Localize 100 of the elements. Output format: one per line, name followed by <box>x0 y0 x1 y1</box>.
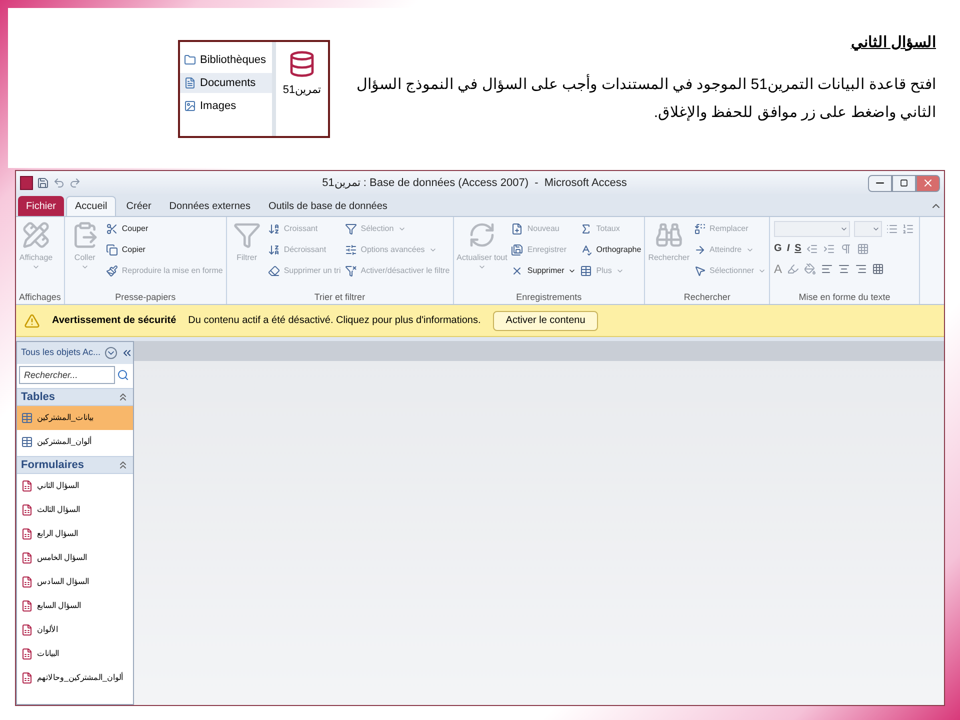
nav-item[interactable]: ألوان_المشتركين_وحالاتهم <box>17 666 133 690</box>
refresh-icon <box>468 221 496 249</box>
form-icon <box>21 504 33 516</box>
paintbrush-icon <box>106 265 118 277</box>
arrow-icon <box>694 244 706 256</box>
form-icon <box>21 528 33 540</box>
save-icon[interactable] <box>37 177 49 189</box>
form-icon <box>21 672 33 684</box>
numbered-list-icon[interactable] <box>902 223 914 235</box>
collapse-section-icon[interactable] <box>117 459 129 471</box>
instruction-text: افتح قاعدة البيانات التمرين51 الموجود في المستندات وأجب على السؤال في النموذج السؤال الثاني واضغط على زر موافق للحفظ والإغلاق. <box>355 73 936 123</box>
caret-icon <box>746 246 754 254</box>
paragraph-icon[interactable] <box>840 242 852 254</box>
folder-icon <box>184 54 196 66</box>
nav-section-header[interactable]: Formulaires <box>17 456 133 474</box>
highlighter-icon[interactable] <box>787 263 800 275</box>
format-toggle[interactable]: I <box>786 241 790 256</box>
explorer-item[interactable]: Images <box>180 96 272 116</box>
table-grid-icon[interactable] <box>872 263 884 275</box>
nav-item[interactable]: الألوان <box>17 618 133 642</box>
filter-icon <box>344 265 357 277</box>
caret-icon <box>478 263 486 271</box>
sort-descending-icon <box>268 244 280 256</box>
align-center-icon[interactable] <box>838 263 850 275</box>
maximize-button[interactable] <box>892 174 916 192</box>
database-file-icon <box>288 50 316 78</box>
outdent-icon[interactable] <box>806 242 818 254</box>
nav-item[interactable]: البيانات <box>17 642 133 666</box>
funnel-icon <box>232 221 261 249</box>
caret-icon <box>428 246 437 254</box>
redo-icon[interactable] <box>69 177 81 189</box>
collapse-pane-icon[interactable] <box>120 347 133 359</box>
scissors-icon <box>106 223 118 235</box>
nav-section-header[interactable]: Tables <box>17 388 133 406</box>
caret-icon <box>840 225 848 233</box>
nav-item[interactable]: السؤال الرابع <box>17 522 133 546</box>
ribbon-button[interactable]: Supprimer <box>511 263 576 279</box>
group-label: Trier et filtrer <box>313 291 366 304</box>
nav-item[interactable]: السؤال السادس <box>17 570 133 594</box>
caret-icon <box>80 263 89 271</box>
group-label: Enregistrements <box>515 291 583 304</box>
question-heading: السؤال الثاني <box>850 33 936 53</box>
indent-icon[interactable] <box>823 242 836 254</box>
paint-bucket-icon[interactable] <box>804 263 816 275</box>
caret-icon <box>32 263 40 271</box>
enable-content-button[interactable]: Activer le contenu <box>492 310 598 330</box>
align-right-icon[interactable] <box>855 263 868 275</box>
ribbon-button[interactable]: Orthographe <box>580 242 642 258</box>
explorer-item[interactable]: Bibliothèques <box>180 50 272 70</box>
form-icon <box>21 480 33 492</box>
ribbon-tab[interactable]: Accueil <box>66 196 116 216</box>
ribbon-button[interactable]: Couper <box>106 221 223 237</box>
collapse-section-icon[interactable] <box>117 391 129 403</box>
options-icon <box>344 244 357 256</box>
undo-icon[interactable] <box>53 177 65 189</box>
align-left-icon[interactable] <box>821 263 834 275</box>
ribbon-tab[interactable]: Fichier <box>18 196 64 216</box>
ribbon-button[interactable]: Copier <box>106 242 223 258</box>
nav-item[interactable]: بيانات_المشتركين <box>17 406 133 430</box>
group-label: Presse-papiers <box>114 291 177 304</box>
table-icon <box>21 412 33 424</box>
format-toggle[interactable]: G <box>774 241 782 256</box>
ribbon-tab[interactable]: Données externes <box>161 196 258 216</box>
file-name: تمرين51 <box>282 83 322 98</box>
spellcheck-icon <box>580 244 592 256</box>
nav-item[interactable]: السؤال الثالث <box>17 498 133 522</box>
nav-item[interactable]: ألوان_المشتركين <box>17 430 133 454</box>
dropdown-icon[interactable] <box>104 347 117 359</box>
table-icon <box>21 436 33 448</box>
pointer-icon <box>694 265 706 277</box>
caret-icon <box>398 225 406 233</box>
security-message: Du contenu actif a été désactivé. Cliquez pour plus d'informations. <box>188 314 481 328</box>
font-name-field[interactable] <box>774 221 850 237</box>
close-icon <box>922 177 934 189</box>
replace-icon <box>694 223 706 235</box>
nav-item[interactable]: السؤال الخامس <box>17 546 133 570</box>
search-icon[interactable] <box>117 369 129 381</box>
nav-search-field[interactable]: Rechercher... <box>19 366 115 384</box>
form-icon <box>21 552 33 564</box>
ribbon-tab[interactable]: Outils de base de données <box>260 196 396 216</box>
document-icon <box>184 77 196 89</box>
ruler-pencil-icon <box>22 221 50 249</box>
gridlines-icon[interactable] <box>857 242 870 254</box>
sort-ascending-icon <box>268 223 280 235</box>
caret-icon <box>568 267 576 275</box>
image-icon <box>184 100 196 112</box>
format-toggle[interactable]: S <box>794 241 802 256</box>
font-size-field[interactable] <box>854 221 882 237</box>
form-icon <box>21 624 33 636</box>
nav-item[interactable]: السؤال السابع <box>17 594 133 618</box>
window-title: تمرين51 : Base de données (Access 2007) - Microsoft Access <box>321 176 628 191</box>
ribbon-tab[interactable]: Créer <box>118 196 160 216</box>
form-icon <box>21 600 33 612</box>
maximize-icon <box>900 179 908 187</box>
nav-item[interactable]: السؤال الثاني <box>17 474 133 498</box>
security-title: Avertissement de sécurité <box>52 314 176 328</box>
delete-icon <box>511 265 524 277</box>
table-icon <box>580 265 592 277</box>
group-label: Mise en forme du texte <box>798 291 892 304</box>
explorer-item[interactable]: Documents <box>180 73 272 93</box>
